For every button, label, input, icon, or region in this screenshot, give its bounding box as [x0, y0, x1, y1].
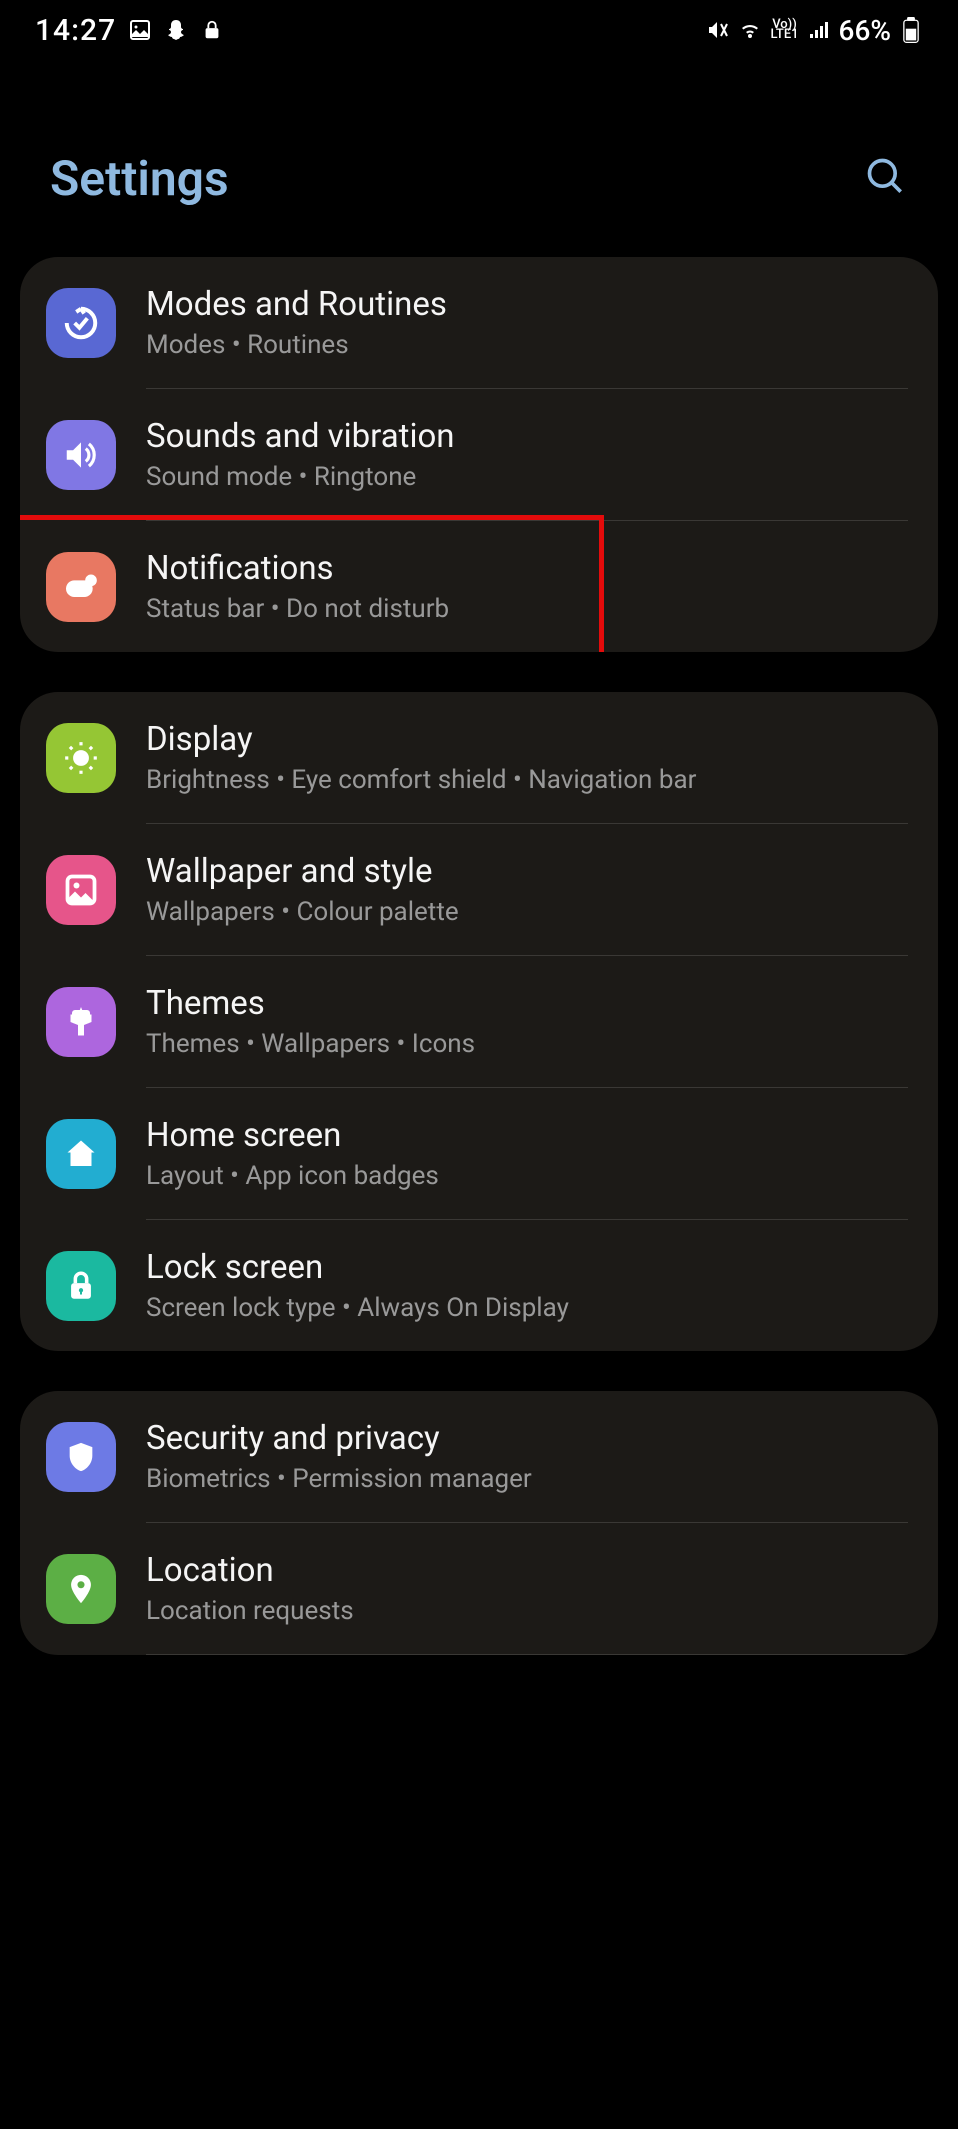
item-title: Notifications — [146, 549, 912, 588]
item-subtitle: Wallpapers • Colour palette — [146, 897, 912, 927]
item-title: Wallpaper and style — [146, 852, 912, 891]
gallery-icon — [128, 18, 152, 42]
item-title: Lock screen — [146, 1248, 912, 1287]
divider — [146, 1654, 908, 1655]
item-subtitle: Themes • Wallpapers • Icons — [146, 1029, 912, 1059]
item-text: Sounds and vibration Sound mode • Ringto… — [146, 417, 912, 492]
modes-routines-icon — [46, 288, 116, 358]
status-bar: 14:27 Vo)) LTE1 66% — [0, 0, 958, 60]
wifi-icon — [738, 18, 762, 42]
settings-item-modes[interactable]: Modes and Routines Modes • Routines — [20, 257, 938, 388]
item-text: Notifications Status bar • Do not distur… — [146, 549, 912, 624]
item-title: Sounds and vibration — [146, 417, 912, 456]
location-icon — [46, 1554, 116, 1624]
volte-indicator: Vo)) LTE1 — [770, 20, 798, 40]
page-title: Settings — [50, 150, 229, 207]
battery-percentage: 66% — [839, 14, 891, 47]
item-subtitle: Sound mode • Ringtone — [146, 462, 912, 492]
item-title: Modes and Routines — [146, 285, 912, 324]
display-icon — [46, 723, 116, 793]
item-subtitle: Status bar • Do not disturb — [146, 594, 912, 624]
lock-screen-icon — [46, 1251, 116, 1321]
settings-item-wallpaper[interactable]: Wallpaper and style Wallpapers • Colour … — [20, 824, 938, 955]
item-subtitle: Biometrics • Permission manager — [146, 1464, 912, 1494]
lte-text: LTE1 — [770, 30, 798, 40]
themes-icon — [46, 987, 116, 1057]
signal-icon — [807, 18, 831, 42]
header: Settings — [0, 60, 958, 257]
item-text: Lock screen Screen lock type • Always On… — [146, 1248, 912, 1323]
security-icon — [46, 1422, 116, 1492]
settings-group-2: Display Brightness • Eye comfort shield … — [20, 692, 938, 1351]
settings-item-themes[interactable]: Themes Themes • Wallpapers • Icons — [20, 956, 938, 1087]
lock-icon — [200, 18, 224, 42]
item-text: Modes and Routines Modes • Routines — [146, 285, 912, 360]
home-screen-icon — [46, 1119, 116, 1189]
settings-item-homescreen[interactable]: Home screen Layout • App icon badges — [20, 1088, 938, 1219]
status-right: Vo)) LTE1 66% — [706, 14, 923, 47]
snapchat-icon — [164, 18, 188, 42]
settings-item-notifications[interactable]: Notifications Status bar • Do not distur… — [20, 521, 938, 652]
battery-icon — [899, 18, 923, 42]
item-subtitle: Location requests — [146, 1596, 912, 1626]
item-subtitle: Brightness • Eye comfort shield • Naviga… — [146, 765, 912, 795]
wallpaper-icon — [46, 855, 116, 925]
item-text: Location Location requests — [146, 1551, 912, 1626]
search-icon[interactable] — [864, 155, 908, 203]
settings-item-sounds[interactable]: Sounds and vibration Sound mode • Ringto… — [20, 389, 938, 520]
item-title: Home screen — [146, 1116, 912, 1155]
sounds-vibration-icon — [46, 420, 116, 490]
item-subtitle: Screen lock type • Always On Display — [146, 1293, 912, 1323]
notifications-icon — [46, 552, 116, 622]
status-time: 14:27 — [35, 13, 116, 48]
status-left: 14:27 — [35, 13, 224, 48]
settings-group-1: Modes and Routines Modes • Routines Soun… — [20, 257, 938, 652]
item-subtitle: Modes • Routines — [146, 330, 912, 360]
item-text: Home screen Layout • App icon badges — [146, 1116, 912, 1191]
settings-group-3: Security and privacy Biometrics • Permis… — [20, 1391, 938, 1655]
item-title: Themes — [146, 984, 912, 1023]
item-title: Location — [146, 1551, 912, 1590]
item-title: Security and privacy — [146, 1419, 912, 1458]
settings-item-lockscreen[interactable]: Lock screen Screen lock type • Always On… — [20, 1220, 938, 1351]
settings-item-display[interactable]: Display Brightness • Eye comfort shield … — [20, 692, 938, 823]
settings-item-security[interactable]: Security and privacy Biometrics • Permis… — [20, 1391, 938, 1522]
item-title: Display — [146, 720, 912, 759]
item-subtitle: Layout • App icon badges — [146, 1161, 912, 1191]
item-text: Security and privacy Biometrics • Permis… — [146, 1419, 912, 1494]
settings-item-location[interactable]: Location Location requests — [20, 1523, 938, 1654]
item-text: Themes Themes • Wallpapers • Icons — [146, 984, 912, 1059]
item-text: Display Brightness • Eye comfort shield … — [146, 720, 912, 795]
item-text: Wallpaper and style Wallpapers • Colour … — [146, 852, 912, 927]
mute-vibrate-icon — [706, 18, 730, 42]
